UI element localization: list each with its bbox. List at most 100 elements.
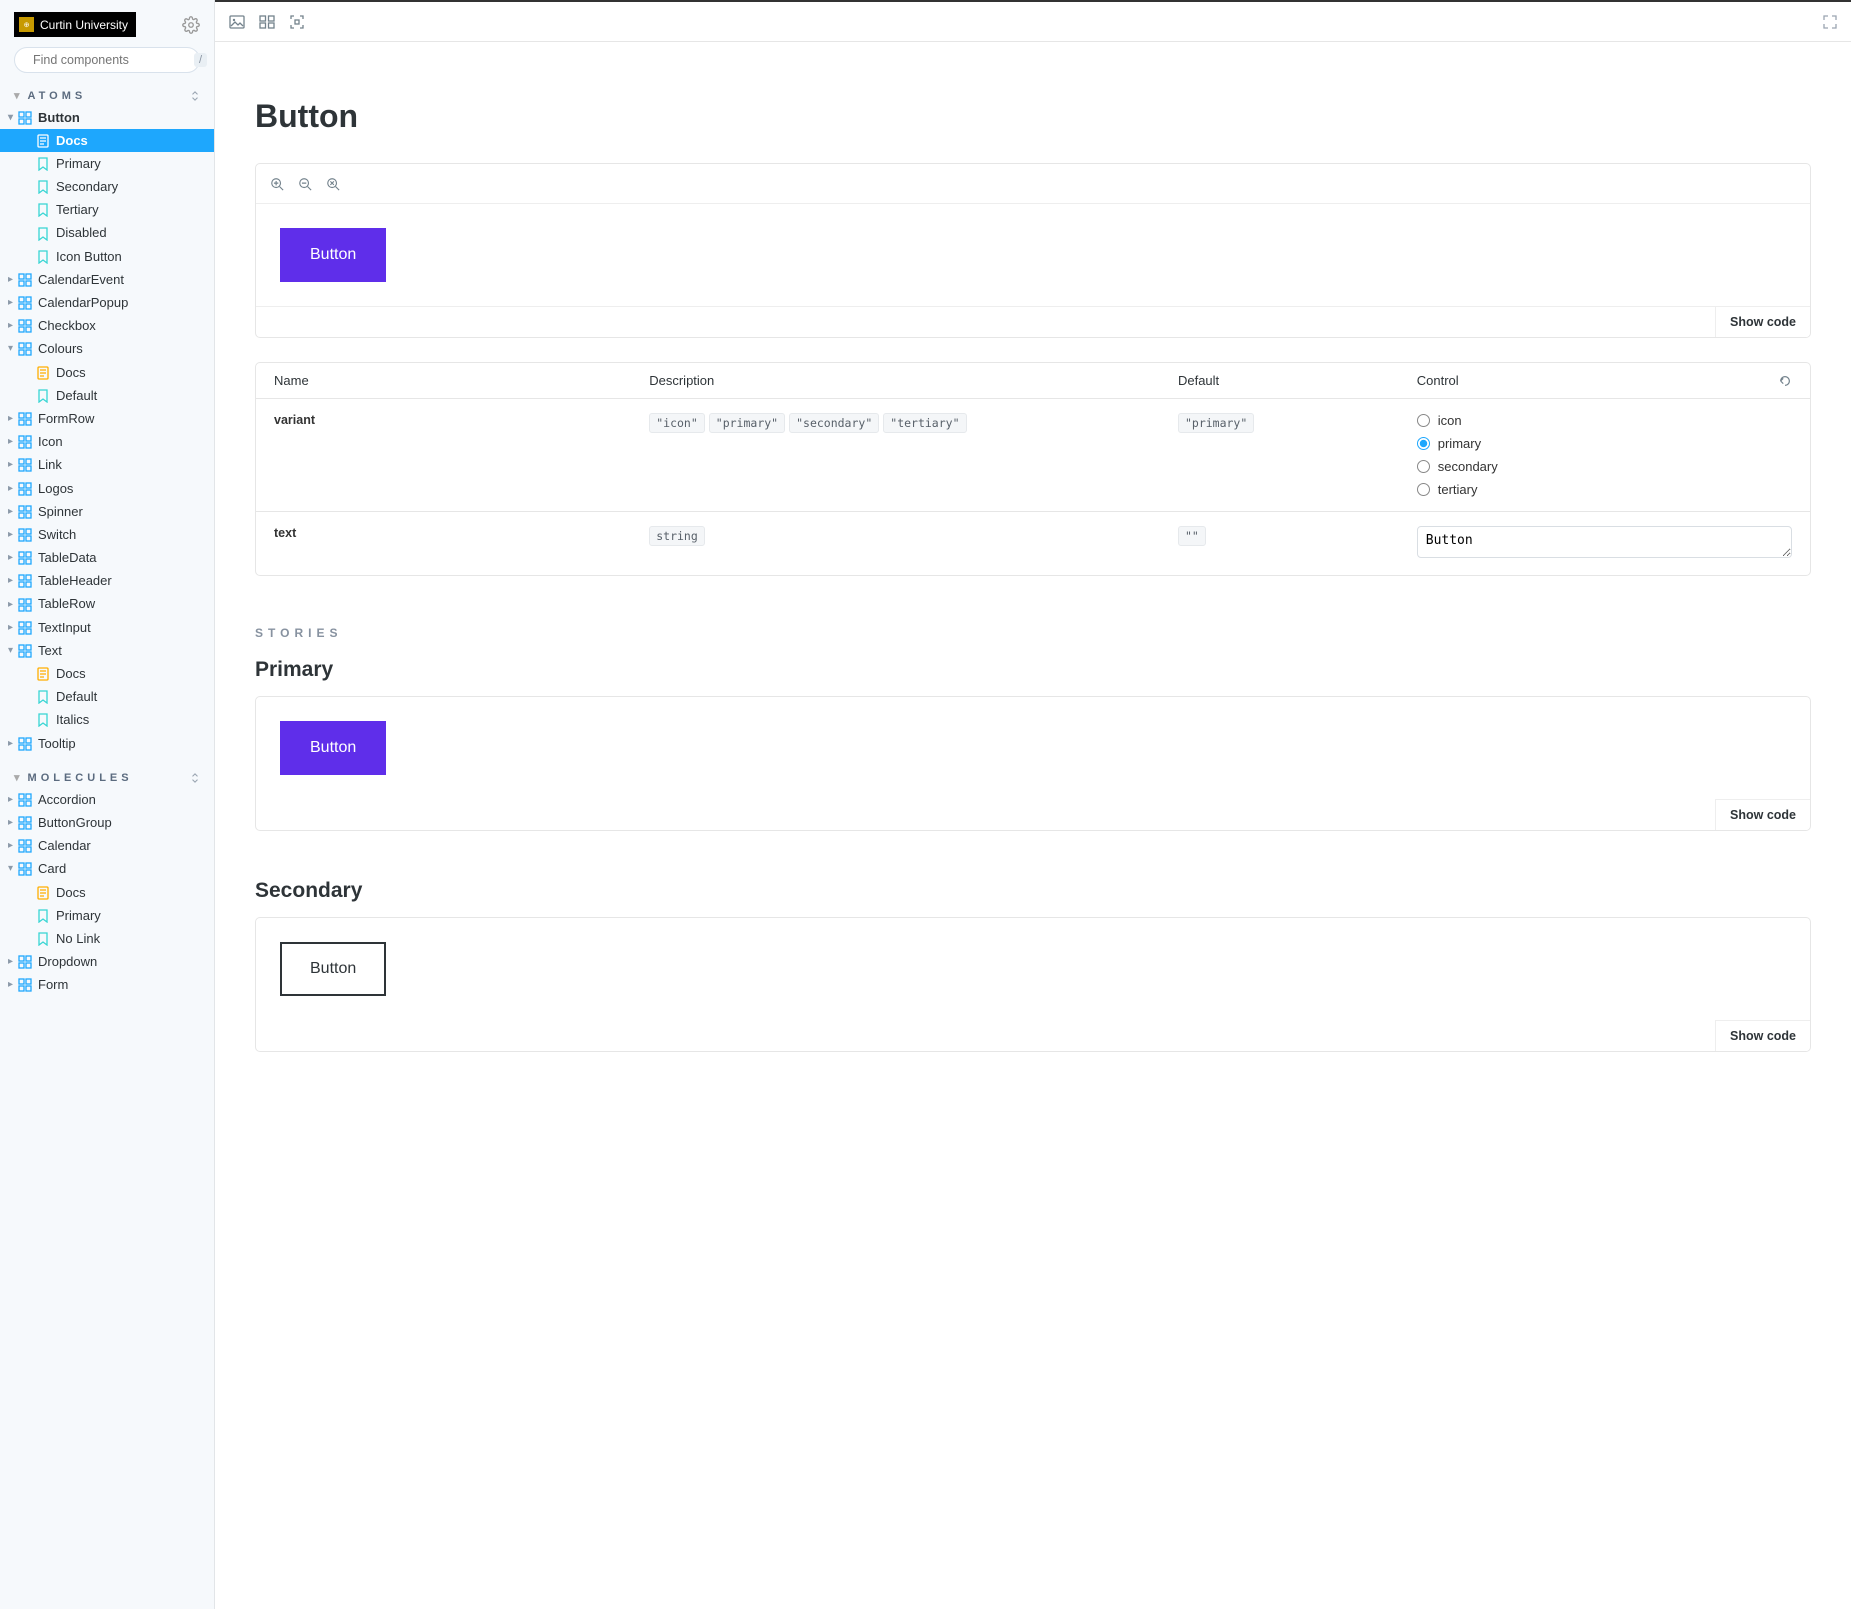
search-input[interactable]: / [14, 47, 200, 73]
component-icon [18, 458, 32, 472]
component-icon [18, 528, 32, 542]
tree-item-label: CalendarEvent [38, 271, 124, 289]
story-title-secondary: Secondary [255, 879, 1811, 903]
args-row-text: textstring"" [256, 511, 1810, 575]
doc-icon [36, 366, 50, 380]
arg-control: icon primary secondary tertiary [1417, 413, 1792, 497]
tree-item-label: Docs [56, 132, 88, 150]
canvas-toolbar [215, 2, 1851, 42]
tree-item-tooltip[interactable]: ▸Tooltip [0, 732, 214, 755]
outline-icon[interactable] [289, 14, 305, 30]
radio-secondary[interactable]: secondary [1417, 459, 1792, 474]
tree-item-label: Icon [38, 433, 63, 451]
component-icon [18, 296, 32, 310]
show-code-button[interactable]: Show code [1715, 307, 1810, 337]
section-atoms[interactable]: ▾ ATOMS [0, 83, 214, 106]
tree-item-switch[interactable]: ▸Switch [0, 523, 214, 546]
tree-item-label: Link [38, 456, 62, 474]
tree-item-label: Secondary [56, 178, 118, 196]
tree-item-default[interactable]: Default [0, 384, 214, 407]
search-field[interactable] [33, 53, 194, 67]
component-icon [18, 839, 32, 853]
radio-dot [1417, 414, 1430, 427]
tree-item-calendar[interactable]: ▸Calendar [0, 835, 214, 858]
tree-item-docs[interactable]: Docs [0, 881, 214, 904]
tree-item-formrow[interactable]: ▸FormRow [0, 407, 214, 430]
tree-item-secondary[interactable]: Secondary [0, 176, 214, 199]
brand-logo[interactable]: ⊕ Curtin University [14, 12, 136, 37]
tree-item-dropdown[interactable]: ▸Dropdown [0, 951, 214, 974]
default-pill: "primary" [1178, 413, 1254, 433]
arg-description: string [649, 526, 1178, 552]
radio-tertiary[interactable]: tertiary [1417, 482, 1792, 497]
tree-item-text[interactable]: ▾Text [0, 639, 214, 662]
grid-icon[interactable] [259, 14, 275, 30]
story-button-primary[interactable]: Button [280, 721, 386, 775]
tree-item-tablerow[interactable]: ▸TableRow [0, 593, 214, 616]
tree-item-icon-button[interactable]: Icon Button [0, 245, 214, 268]
tree-item-icon[interactable]: ▸Icon [0, 431, 214, 454]
arg-description: "icon""primary""secondary""tertiary" [649, 413, 1178, 439]
show-code-button[interactable]: Show code [1715, 799, 1810, 830]
tree-item-label: TextInput [38, 619, 91, 637]
tree-item-label: FormRow [38, 410, 94, 428]
tree-item-logos[interactable]: ▸Logos [0, 477, 214, 500]
tree-item-label: Card [38, 860, 66, 878]
tree-item-disabled[interactable]: Disabled [0, 222, 214, 245]
updown-icon[interactable] [190, 91, 200, 101]
tree-item-accordion[interactable]: ▸Accordion [0, 788, 214, 811]
radio-icon[interactable]: icon [1417, 413, 1792, 428]
tree-item-default[interactable]: Default [0, 686, 214, 709]
updown-icon[interactable] [190, 773, 200, 783]
tree-item-calendarpopup[interactable]: ▸CalendarPopup [0, 292, 214, 315]
tree-item-form[interactable]: ▸Form [0, 974, 214, 997]
tree-item-no-link[interactable]: No Link [0, 927, 214, 950]
tree-item-primary[interactable]: Primary [0, 152, 214, 175]
image-icon[interactable] [229, 14, 245, 30]
fullscreen-icon[interactable] [1823, 15, 1837, 29]
tree-item-docs[interactable]: Docs [0, 129, 214, 152]
tree-item-label: Spinner [38, 503, 83, 521]
zoom-reset-icon[interactable] [326, 177, 340, 191]
doc-icon [36, 886, 50, 900]
component-icon [18, 319, 32, 333]
tree-item-label: Docs [56, 364, 86, 382]
radio-primary[interactable]: primary [1417, 436, 1792, 451]
tree-item-tableheader[interactable]: ▸TableHeader [0, 570, 214, 593]
tree-item-label: Default [56, 387, 97, 405]
tree-item-docs[interactable]: Docs [0, 361, 214, 384]
tree-item-italics[interactable]: Italics [0, 709, 214, 732]
tree-item-label: TableRow [38, 595, 95, 613]
tree-item-label: Primary [56, 155, 101, 173]
story-button-secondary[interactable]: Button [280, 942, 386, 996]
text-control[interactable] [1417, 526, 1792, 558]
tree-item-primary[interactable]: Primary [0, 904, 214, 927]
tree-item-checkbox[interactable]: ▸Checkbox [0, 315, 214, 338]
tree-item-colours[interactable]: ▾Colours [0, 338, 214, 361]
tree-item-calendarevent[interactable]: ▸CalendarEvent [0, 268, 214, 291]
component-icon [18, 273, 32, 287]
tree-item-buttongroup[interactable]: ▸ButtonGroup [0, 811, 214, 834]
tree-item-tertiary[interactable]: Tertiary [0, 199, 214, 222]
tree-item-label: Tertiary [56, 201, 99, 219]
radio-label: tertiary [1438, 482, 1478, 497]
tree-item-label: Form [38, 976, 68, 994]
tree-item-tabledata[interactable]: ▸TableData [0, 547, 214, 570]
section-molecules[interactable]: ▾ MOLECULES [0, 765, 214, 788]
tree-item-label: Switch [38, 526, 76, 544]
gear-icon[interactable] [182, 16, 200, 34]
tree-item-button[interactable]: ▾Button [0, 106, 214, 129]
radio-label: primary [1438, 436, 1481, 451]
zoom-out-icon[interactable] [298, 177, 312, 191]
tree-item-link[interactable]: ▸Link [0, 454, 214, 477]
component-icon [18, 737, 32, 751]
tree-item-textinput[interactable]: ▸TextInput [0, 616, 214, 639]
show-code-button[interactable]: Show code [1715, 1020, 1810, 1051]
story-icon [36, 250, 50, 264]
preview-button-primary[interactable]: Button [280, 228, 386, 282]
zoom-in-icon[interactable] [270, 177, 284, 191]
tree-item-docs[interactable]: Docs [0, 663, 214, 686]
tree-item-card[interactable]: ▾Card [0, 858, 214, 881]
tree-item-spinner[interactable]: ▸Spinner [0, 500, 214, 523]
reset-icon[interactable] [1778, 374, 1792, 388]
